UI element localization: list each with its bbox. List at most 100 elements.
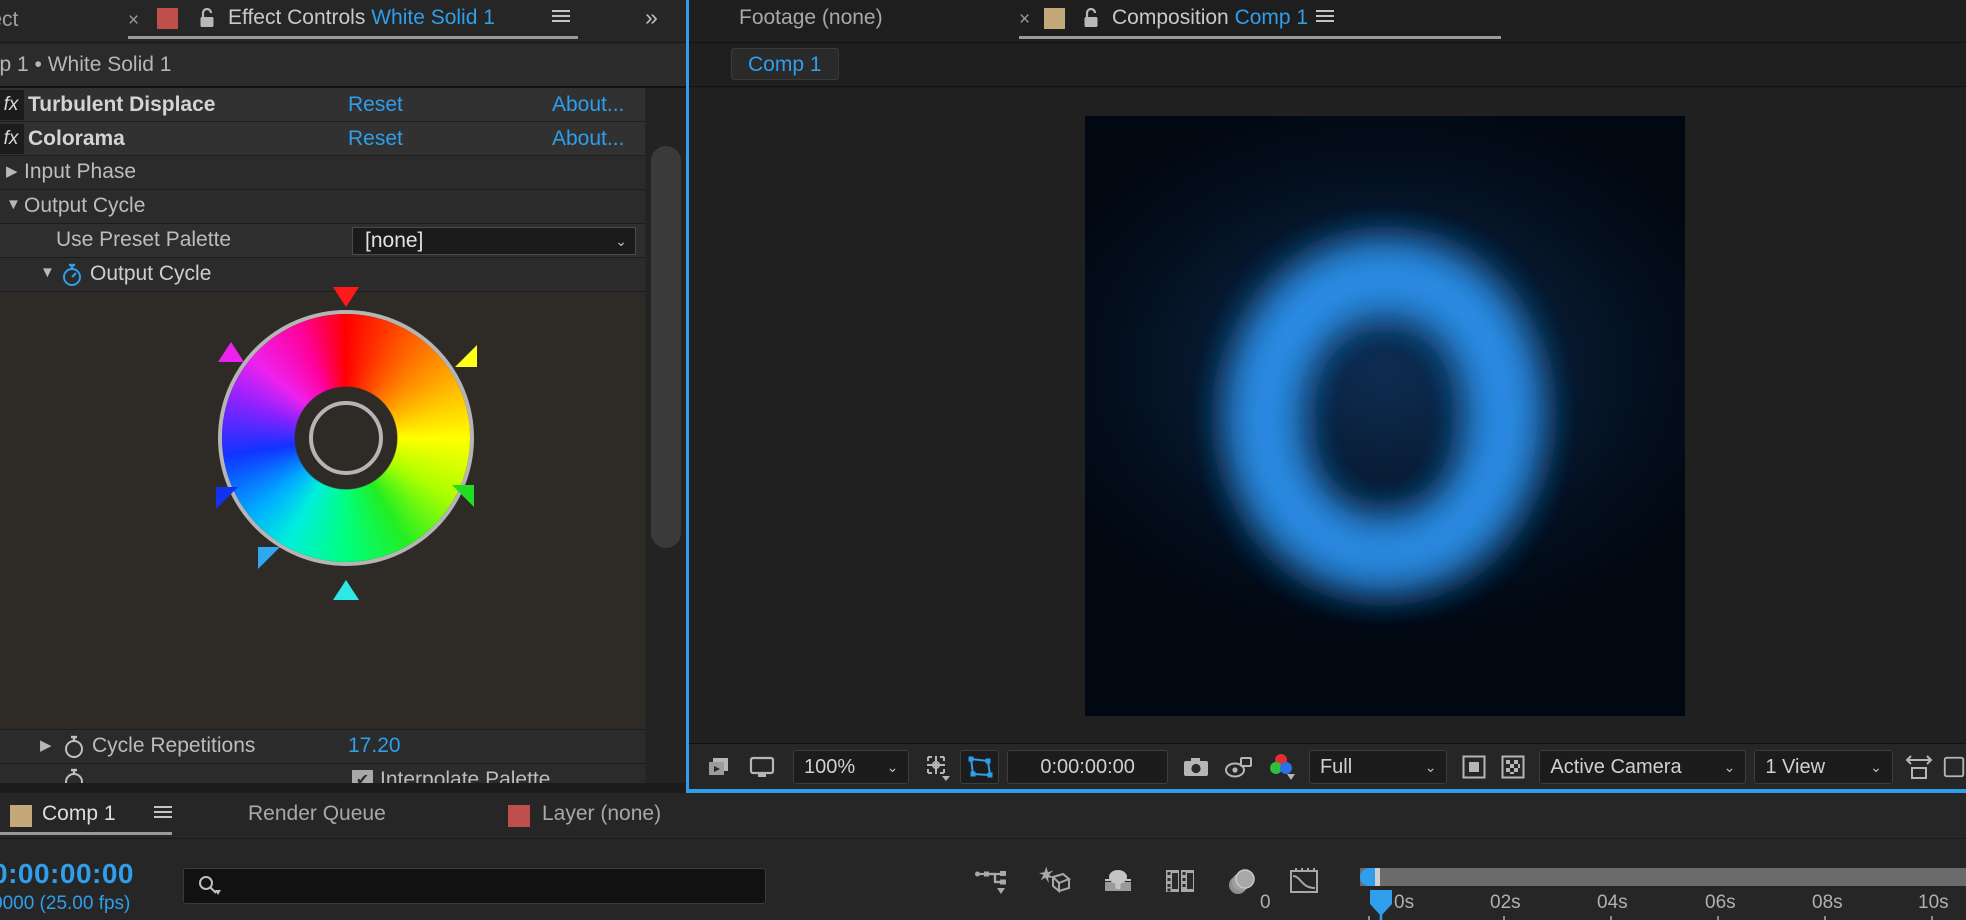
effect-controls-title[interactable]: Effect Controls White Solid 1 bbox=[228, 6, 495, 30]
show-channel-icon[interactable] bbox=[1264, 750, 1301, 784]
ruler-label-06s: 06s bbox=[1705, 892, 1736, 913]
timeline-current-timecode[interactable]: 0:00:00:00 bbox=[0, 858, 134, 890]
after-effects-window: oject × Effect Controls White Solid 1 » … bbox=[0, 0, 1966, 920]
tab-layer-none[interactable]: Layer (none) bbox=[542, 802, 661, 826]
composition-panel: Footage (none) × Composition Comp 1 Comp… bbox=[686, 0, 1966, 793]
main-viewer-icon[interactable] bbox=[744, 750, 781, 784]
property-cycle-repetitions[interactable]: ▶ Cycle Repetitions 17.20 bbox=[0, 730, 645, 764]
reset-button[interactable]: Reset bbox=[348, 127, 403, 151]
layer-color-swatch bbox=[157, 8, 178, 29]
disclosure-triangle-icon[interactable]: ▶ bbox=[6, 162, 18, 180]
tab-comp-1[interactable]: Comp 1 bbox=[42, 802, 116, 826]
effect-name: Turbulent Displace bbox=[28, 92, 216, 116]
hide-shy-layers-icon[interactable] bbox=[1101, 866, 1135, 901]
work-area-start-cap bbox=[1375, 868, 1380, 886]
about-button[interactable]: About... bbox=[552, 93, 624, 117]
timeline-tabbar: Comp 1 Render Queue Layer (none) bbox=[0, 793, 1966, 838]
scrollbar-thumb[interactable] bbox=[651, 146, 681, 548]
search-icon bbox=[199, 876, 221, 895]
toggle-pixel-aspect-correction-icon[interactable] bbox=[1901, 750, 1938, 784]
overflow-chevron-icon[interactable]: » bbox=[645, 4, 658, 31]
lock-icon[interactable] bbox=[1081, 6, 1101, 35]
work-area-bar[interactable] bbox=[1360, 868, 1966, 886]
disclosure-triangle-icon[interactable]: ▶ bbox=[40, 736, 52, 754]
color-wheel-hub bbox=[309, 401, 383, 475]
stopwatch-icon[interactable] bbox=[60, 262, 84, 293]
view-layout-dropdown[interactable]: 1 View ⌄ bbox=[1754, 750, 1893, 784]
composition-mini-flowchart-icon[interactable] bbox=[975, 866, 1009, 901]
marker-cyan[interactable] bbox=[333, 580, 359, 600]
marker-green[interactable] bbox=[452, 485, 474, 507]
property-group-input-phase[interactable]: ▶ Input Phase bbox=[0, 156, 645, 190]
frame-blending-icon[interactable] bbox=[1163, 866, 1197, 901]
tab-footage[interactable]: Footage (none) bbox=[739, 6, 883, 30]
take-snapshot-icon[interactable] bbox=[1178, 750, 1215, 784]
search-input[interactable] bbox=[183, 868, 766, 904]
panel-menu-icon[interactable] bbox=[152, 802, 174, 827]
marker-blue[interactable] bbox=[216, 487, 238, 509]
color-wheel[interactable] bbox=[222, 314, 470, 562]
panel-bottom-edge bbox=[0, 783, 686, 793]
current-time-indicator[interactable] bbox=[1368, 890, 1398, 920]
disclosure-triangle-icon[interactable]: ▼ bbox=[6, 196, 21, 213]
resolution-value: Full bbox=[1319, 755, 1353, 778]
marker-red[interactable] bbox=[333, 287, 359, 307]
fx-icon: fx bbox=[0, 123, 24, 154]
fx-icon: fx bbox=[0, 89, 24, 120]
reset-button[interactable]: Reset bbox=[348, 93, 403, 117]
composition-canvas[interactable] bbox=[1085, 116, 1685, 716]
region-of-interest-icon[interactable] bbox=[960, 750, 1000, 784]
panel-menu-icon[interactable] bbox=[550, 6, 572, 31]
close-icon[interactable]: × bbox=[128, 10, 139, 32]
composition-stage[interactable] bbox=[689, 88, 1966, 743]
chevron-down-icon: ⌄ bbox=[1424, 758, 1437, 775]
breadcrumb-label: mp 1 • White Solid 1 bbox=[0, 53, 172, 76]
property-use-preset-palette[interactable]: Use Preset Palette [none] ⌄ bbox=[0, 224, 645, 258]
chevron-down-icon: ⌄ bbox=[1723, 758, 1736, 775]
panel-menu-icon[interactable] bbox=[1314, 6, 1336, 31]
resolution-dropdown[interactable]: Full ⌄ bbox=[1308, 750, 1448, 784]
tab-project[interactable]: oject bbox=[0, 8, 18, 32]
stopwatch-icon[interactable] bbox=[62, 734, 86, 765]
marker-yellow[interactable] bbox=[455, 345, 477, 367]
comp-nav-button[interactable]: Comp 1 bbox=[731, 48, 839, 80]
tab-render-queue[interactable]: Render Queue bbox=[248, 802, 386, 826]
disclosure-triangle-icon[interactable]: ▼ bbox=[40, 264, 55, 281]
camera-value: Active Camera bbox=[1550, 755, 1682, 778]
neon-ring-artwork bbox=[1247, 260, 1521, 572]
motion-blur-icon[interactable] bbox=[1225, 866, 1259, 901]
current-time-field[interactable]: 0:00:00:00 bbox=[1007, 750, 1168, 784]
zoom-dropdown[interactable]: 100% ⌄ bbox=[792, 750, 910, 784]
comp-color-swatch bbox=[1044, 8, 1065, 29]
dropdown-value: [none] bbox=[365, 229, 424, 252]
property-group-output-cycle[interactable]: ▼ Output Cycle bbox=[0, 190, 645, 224]
grid-and-guide-options-icon[interactable] bbox=[919, 750, 956, 784]
layer-color-swatch bbox=[508, 805, 530, 827]
camera-view-dropdown[interactable]: Active Camera ⌄ bbox=[1539, 750, 1747, 784]
toggle-transparency-grid-icon[interactable] bbox=[1494, 750, 1531, 784]
panel-title-comp: Comp 1 bbox=[1234, 6, 1309, 29]
composition-title[interactable]: Composition Comp 1 bbox=[1112, 6, 1308, 30]
ruler-label-02s: 02s bbox=[1490, 892, 1521, 913]
property-output-cycle[interactable]: ▼ Output Cycle bbox=[0, 258, 645, 292]
composition-toolbar: 100% ⌄ 0:00:00:00 Full ⌄ Active Camera ⌄… bbox=[689, 743, 1966, 790]
use-preset-palette-dropdown[interactable]: [none] ⌄ bbox=[352, 227, 636, 255]
about-button[interactable]: About... bbox=[552, 127, 624, 151]
marker-ltblue[interactable] bbox=[258, 547, 280, 569]
output-cycle-editor[interactable] bbox=[0, 287, 645, 920]
always-preview-this-view-icon[interactable] bbox=[701, 750, 738, 784]
effect-header-turbulent-displace[interactable]: fx Turbulent Displace Reset About... bbox=[0, 88, 645, 122]
toggle-mask-paths-icon[interactable] bbox=[1455, 750, 1492, 784]
property-value[interactable]: 17.20 bbox=[348, 734, 401, 758]
close-icon[interactable]: × bbox=[1019, 9, 1030, 31]
marker-magenta[interactable] bbox=[218, 342, 244, 362]
property-label: Cycle Repetitions bbox=[92, 734, 256, 757]
draft-3d-icon[interactable] bbox=[1037, 865, 1073, 902]
fast-previews-icon[interactable] bbox=[1942, 750, 1966, 784]
effect-header-colorama[interactable]: fx Colorama Reset About... bbox=[0, 122, 645, 156]
divider bbox=[0, 42, 686, 43]
graph-editor-icon[interactable] bbox=[1287, 866, 1321, 901]
lock-icon[interactable] bbox=[197, 6, 217, 35]
show-snapshot-icon[interactable] bbox=[1221, 750, 1258, 784]
timeline-ruler[interactable]: 0s 02s 04s 06s 08s 10s 0 bbox=[1260, 860, 1966, 920]
